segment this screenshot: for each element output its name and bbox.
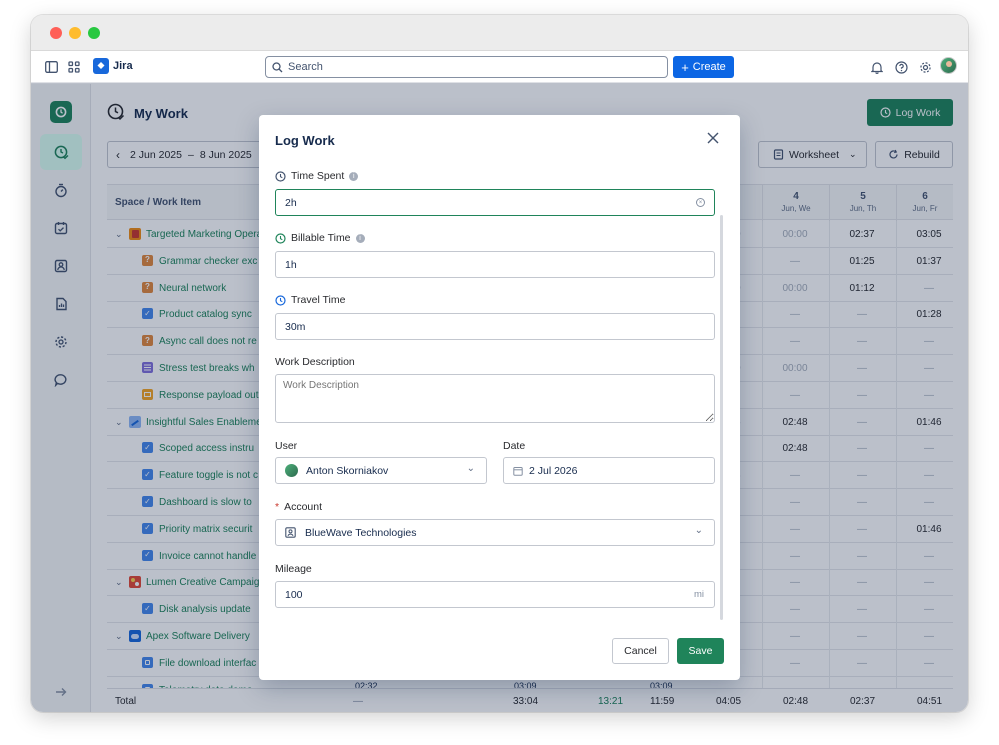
account-label: * Account: [275, 501, 322, 513]
cancel-label: Cancel: [624, 645, 657, 657]
dialog-title: Log Work: [275, 133, 335, 148]
search-input[interactable]: Search: [265, 56, 668, 78]
user-label: User: [275, 440, 298, 452]
clock-icon: [275, 170, 286, 182]
billable-time-input[interactable]: 1h: [275, 251, 715, 278]
close-window-button[interactable]: [50, 27, 62, 39]
account-label-text: Account: [284, 501, 323, 513]
billable-time-label-text: Billable Time: [291, 232, 351, 244]
account-select[interactable]: BlueWave Technologies ⌄: [275, 519, 715, 546]
app-window: Jira Search + Create My Work Log Work ‹ …: [31, 15, 968, 712]
info-icon[interactable]: i: [349, 171, 359, 181]
travel-time-label-text: Travel Time: [291, 294, 346, 306]
settings-gear-icon[interactable]: [916, 58, 934, 76]
time-spent-input[interactable]: 2h ×: [275, 189, 715, 216]
chevron-down-icon: ⌄: [694, 525, 703, 536]
sidebar-toggle-icon[interactable]: [42, 58, 60, 76]
top-navigation: Jira Search + Create: [31, 51, 968, 83]
required-mark: *: [275, 501, 280, 513]
clear-icon[interactable]: ×: [696, 198, 705, 207]
close-icon[interactable]: [706, 131, 720, 145]
user-select[interactable]: Anton Skorniakov ⌄: [275, 457, 487, 484]
bell-icon[interactable]: [868, 58, 886, 76]
time-spent-label-text: Time Spent: [291, 170, 345, 182]
mileage-value: 100: [285, 588, 303, 601]
search-icon: [272, 61, 283, 72]
date-value: 2 Jul 2026: [529, 464, 578, 477]
title-bar: [31, 15, 968, 51]
save-label: Save: [688, 645, 713, 657]
maximize-window-button[interactable]: [88, 27, 100, 39]
time-spent-value: 2h: [285, 196, 297, 209]
mileage-label: Mileage: [275, 563, 312, 575]
user-avatar-small: [285, 464, 298, 477]
chevron-down-icon: ⌄: [466, 463, 475, 474]
travel-time-value: 30m: [285, 320, 306, 333]
mileage-unit: mi: [693, 589, 704, 600]
search-placeholder: Search: [288, 61, 323, 73]
travel-time-input[interactable]: 30m: [275, 313, 715, 340]
mileage-input[interactable]: 100 mi: [275, 581, 715, 608]
plus-icon: +: [681, 59, 689, 75]
account-card-icon: [285, 527, 296, 538]
calendar-icon: [513, 466, 523, 476]
date-picker-input[interactable]: 2 Jul 2026: [503, 457, 715, 484]
work-description-label: Work Description: [275, 356, 355, 368]
time-spent-label: Time Spent i: [275, 170, 359, 182]
clock-icon: [275, 232, 286, 244]
billable-time-label: Billable Time i: [275, 232, 365, 244]
minimize-window-button[interactable]: [69, 27, 81, 39]
user-value: Anton Skorniakov: [306, 464, 389, 477]
dialog-scrollbar[interactable]: [720, 215, 723, 620]
info-icon[interactable]: i: [355, 233, 365, 243]
clock-icon: [275, 294, 286, 306]
work-description-textarea[interactable]: [275, 374, 715, 423]
create-label: Create: [692, 61, 726, 73]
user-avatar[interactable]: [940, 57, 957, 74]
help-icon[interactable]: [892, 58, 910, 76]
app-switcher-icon[interactable]: [65, 58, 83, 76]
save-button[interactable]: Save: [677, 638, 724, 664]
cancel-button[interactable]: Cancel: [612, 638, 669, 664]
jira-logo-icon[interactable]: [93, 58, 109, 74]
billable-time-value: 1h: [285, 258, 297, 271]
travel-time-label: Travel Time: [275, 294, 345, 306]
account-value: BlueWave Technologies: [305, 526, 417, 539]
date-label: Date: [503, 440, 526, 452]
app-name[interactable]: Jira: [113, 60, 133, 72]
log-work-dialog: Log Work Time Spent i 2h × Billable Time…: [259, 115, 740, 680]
create-button[interactable]: + Create: [673, 56, 734, 78]
